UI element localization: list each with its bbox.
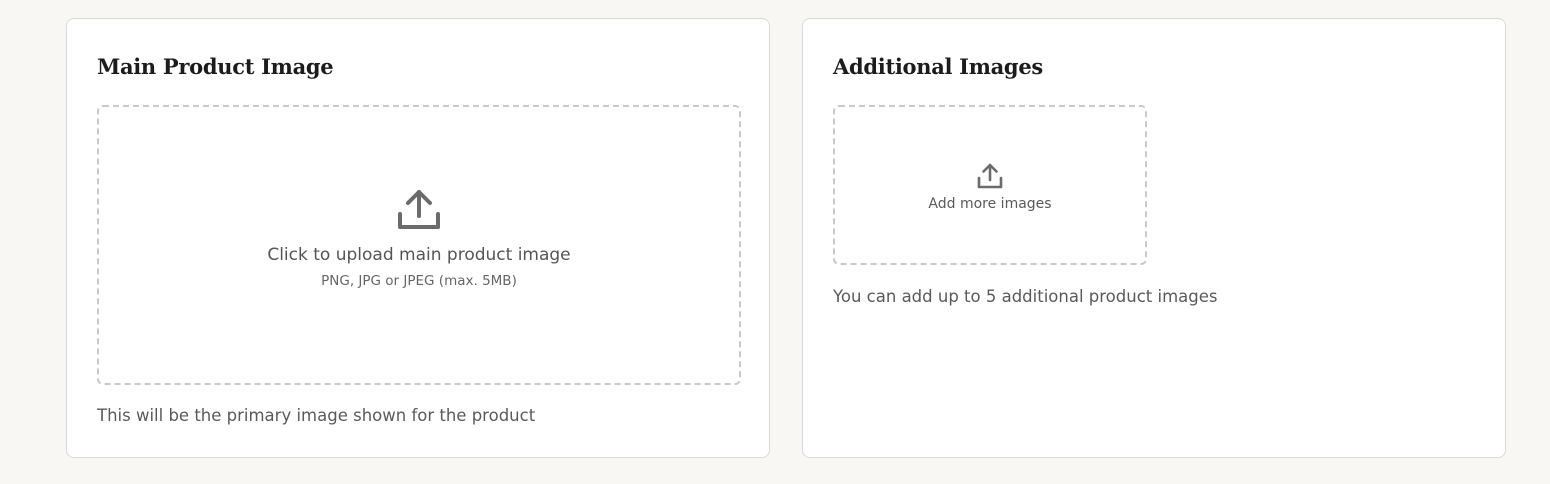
add-more-images-label: Add more images — [928, 196, 1052, 212]
additional-images-helper-text: You can add up to 5 additional product i… — [833, 287, 1218, 306]
upload-icon — [976, 162, 1004, 190]
additional-images-dropzone[interactable]: Add more images — [833, 105, 1147, 265]
additional-images-card: Additional Images Add more images You ca… — [802, 18, 1506, 458]
main-image-dropzone[interactable]: Click to upload main product image PNG, … — [97, 105, 741, 385]
upload-main-image-label: Click to upload main product image — [267, 245, 571, 265]
upload-icon — [396, 187, 442, 233]
main-product-image-title: Main Product Image — [97, 54, 334, 79]
upload-file-type-hint: PNG, JPG or JPEG (max. 5MB) — [321, 273, 517, 289]
main-image-helper-text: This will be the primary image shown for… — [97, 406, 536, 425]
additional-images-title: Additional Images — [833, 54, 1043, 79]
main-product-image-card: Main Product Image Click to upload main … — [66, 18, 770, 458]
